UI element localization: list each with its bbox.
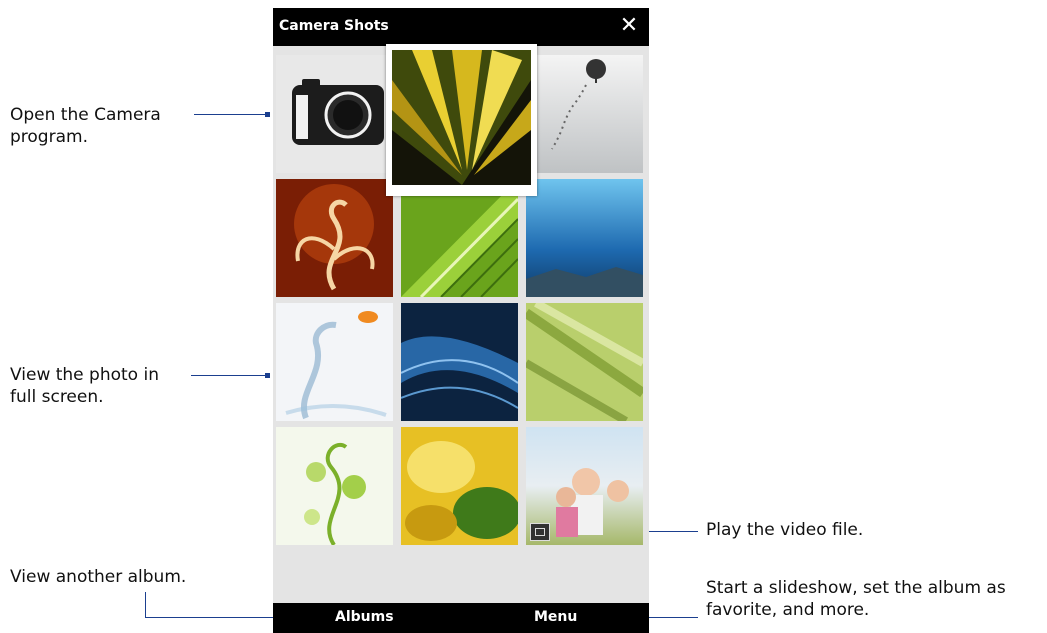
menu-softkey[interactable]: Menu [534, 609, 577, 625]
callout-fullscreen: View the photo in full screen. [10, 364, 159, 408]
water-splash-photo[interactable] [276, 303, 393, 421]
callout-video-line1: Play the video file. [706, 520, 864, 540]
green-vine-photo[interactable] [276, 427, 393, 545]
callout-camera-line1: Open the Camera [10, 105, 161, 125]
callout-camera-leader [194, 114, 266, 115]
callout-camera: Open the Camera program. [10, 104, 161, 148]
callout-fullscreen-line2: full screen. [10, 387, 104, 407]
callout-album-line1: View another album. [10, 567, 187, 587]
title-bar: Camera Shots ✕ [273, 8, 649, 46]
floral-ornament-photo[interactable] [276, 179, 393, 297]
close-icon[interactable]: ✕ [617, 14, 641, 38]
callout-fullscreen-line1: View the photo in [10, 365, 159, 385]
album-screen: Camera Shots ✕ Albums Menu [273, 8, 649, 633]
flower-photo-selected[interactable] [386, 44, 537, 196]
green-leaf-photo[interactable] [401, 179, 518, 297]
callout-camera-line2: program. [10, 127, 88, 147]
camera-launcher-icon[interactable] [276, 55, 393, 173]
grass-blur-photo[interactable] [526, 303, 643, 421]
callout-menu: Start a slideshow, set the album as favo… [706, 577, 1006, 621]
callout-menu-line1: Start a slideshow, set the album as [706, 578, 1006, 598]
albums-softkey[interactable]: Albums [335, 609, 394, 625]
window-title: Camera Shots [279, 18, 389, 34]
callout-camera-dot [265, 112, 270, 117]
softkey-bar: Albums Menu [273, 603, 649, 633]
video-icon [530, 523, 550, 541]
underwater-blue-photo[interactable] [526, 179, 643, 297]
yellow-leaves-photo[interactable] [401, 427, 518, 545]
snow-tree-photo[interactable] [526, 55, 643, 173]
callout-album: View another album. [10, 566, 186, 588]
blue-wave-photo[interactable] [401, 303, 518, 421]
callout-fullscreen-dot [265, 373, 270, 378]
family-video-thumbnail[interactable] [526, 427, 643, 545]
callout-fullscreen-leader [191, 375, 266, 376]
callout-video: Play the video file. [706, 519, 863, 541]
callout-menu-line2: favorite, and more. [706, 600, 870, 620]
callout-album-leader-v [145, 592, 146, 617]
